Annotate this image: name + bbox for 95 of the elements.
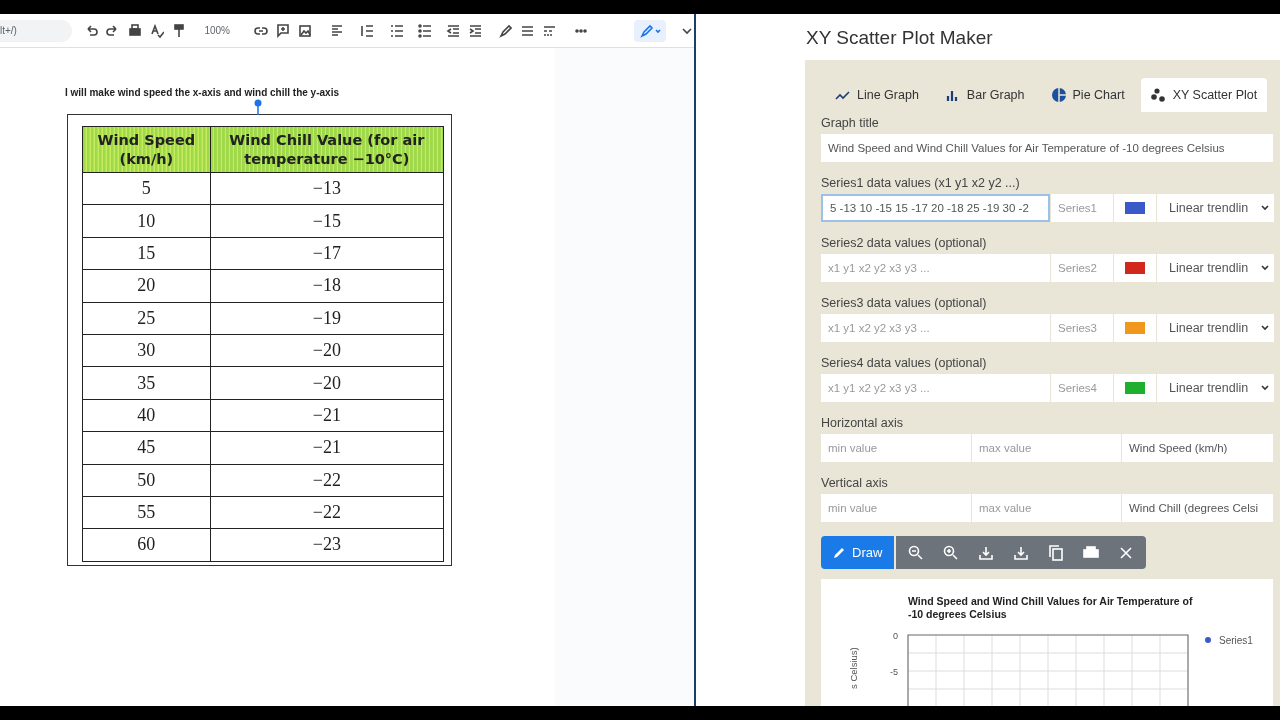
print-icon[interactable]	[1083, 544, 1100, 561]
color-swatch[interactable]	[1125, 382, 1145, 394]
table-cell: 25	[82, 302, 211, 335]
trendline-select[interactable]: Linear trendlin	[1157, 254, 1274, 282]
paint-format-icon[interactable]	[172, 22, 187, 39]
search-field[interactable]: lt+/)	[0, 19, 73, 42]
field-label: Series1 data values (x1 y1 x2 y2 ...)	[821, 175, 1021, 192]
comment-icon[interactable]	[276, 22, 290, 39]
series-data-field[interactable]: x1 y1 x2 y2 x3 y3 ...	[821, 314, 1050, 342]
table-cell: −22	[210, 496, 444, 529]
axis-title-field[interactable]: Wind Speed (km/h)	[1122, 434, 1273, 462]
table-cell: 35	[82, 366, 211, 400]
pen-icon[interactable]	[498, 22, 512, 39]
pie-chart-icon	[1050, 87, 1067, 103]
legend-label: Series1	[1219, 635, 1253, 646]
y-tick-label: 0	[893, 631, 898, 641]
table-cell: −22	[210, 464, 444, 497]
color-swatch[interactable]	[1125, 322, 1145, 334]
table-cell: 15	[82, 237, 211, 270]
field-label: Graph title	[821, 115, 880, 132]
zoom-in-icon[interactable]	[943, 544, 960, 561]
min-value-field[interactable]: min value	[821, 434, 971, 462]
print-icon[interactable]	[128, 22, 143, 39]
table-cell: −23	[210, 528, 444, 562]
decrease-indent-icon[interactable]	[446, 22, 460, 39]
chevron-down-icon	[1261, 265, 1269, 271]
field-label: Series3 data values (optional)	[821, 295, 988, 312]
app-title: XY Scatter Plot Maker	[805, 26, 994, 50]
column-header: Wind Speed (km/h)	[82, 126, 211, 173]
table-cell: −17	[210, 237, 444, 270]
trendline-select[interactable]: Linear trendlin	[1157, 374, 1274, 402]
field-label: Series2 data values (optional)	[821, 235, 988, 252]
pencil-icon[interactable]	[634, 19, 666, 42]
graph-tab[interactable]: Pie Chart	[1040, 78, 1135, 112]
field-label: Horizontal axis	[821, 415, 904, 432]
min-value-field[interactable]: min value	[821, 494, 971, 522]
table-cell: 50	[82, 464, 211, 497]
table-cell: 5	[82, 172, 211, 205]
y-axis-title: s Celsius)	[848, 647, 859, 689]
increase-indent-icon[interactable]	[468, 22, 482, 39]
table-cell: −20	[210, 366, 444, 400]
copy-icon[interactable]	[1048, 544, 1065, 561]
table-cell: −20	[210, 334, 444, 367]
image-icon[interactable]	[298, 22, 312, 39]
color-swatch[interactable]	[1125, 202, 1145, 214]
table-cell: −18	[210, 269, 444, 303]
table-cell: 45	[82, 431, 211, 464]
align-icon[interactable]	[330, 22, 344, 39]
graph-tab[interactable]: Line Graph	[825, 78, 929, 112]
table-cell: −15	[210, 204, 444, 238]
y-tick-label: -5	[890, 667, 898, 677]
pencil-icon	[833, 546, 846, 559]
field-label: Series4 data values (optional)	[821, 355, 988, 372]
download-icon[interactable]	[1013, 544, 1030, 561]
draw-button[interactable]: Draw	[821, 536, 895, 569]
series-data-field[interactable]: x1 y1 x2 y2 x3 y3 ...	[821, 254, 1050, 282]
table-cell: 10	[82, 204, 211, 238]
field-label: Vertical axis	[821, 475, 889, 492]
graph-title-field[interactable]: Wind Speed and Wind Chill Values for Air Temperature of -10 degrees Celsius	[821, 134, 1273, 162]
trendline-select[interactable]: Linear trendlin	[1157, 314, 1274, 342]
trendline-select[interactable]: Linear trendlin	[1157, 194, 1274, 222]
chevron-down-icon	[1261, 205, 1269, 211]
undo-icon[interactable]	[84, 22, 99, 39]
table-cell: 55	[82, 496, 211, 529]
chevron-down-icon	[1261, 325, 1269, 331]
line-spacing-icon[interactable]	[360, 22, 374, 39]
max-value-field[interactable]: max value	[972, 434, 1121, 462]
chevron-down-icon	[1261, 385, 1269, 391]
table-cell: 40	[82, 399, 211, 432]
note-text: I will make wind speed the x-axis and wind chill the y-axis	[65, 86, 340, 100]
download-icon[interactable]	[978, 544, 995, 561]
table-cell: −13	[210, 172, 444, 205]
chart-title: Wind Speed and Wind Chill Values for Air Temperature of -10 degrees Celsius	[908, 595, 1193, 620]
table-cell: −21	[210, 399, 444, 432]
table-cell: 30	[82, 334, 211, 367]
zoom-out-icon[interactable]	[908, 544, 925, 561]
series-data-field[interactable]: 5 -13 10 -15 15 -17 20 -18 25 -19 30 -2	[821, 194, 1050, 222]
table-cell: −21	[210, 431, 444, 464]
spellcheck-icon[interactable]	[150, 22, 165, 39]
table-cell: −19	[210, 302, 444, 335]
axis-title-field[interactable]: Wind Chill (degrees Celsi	[1122, 494, 1273, 522]
max-value-field[interactable]: max value	[972, 494, 1121, 522]
graph-tab[interactable]: XY Scatter Plot	[1140, 78, 1268, 112]
bulleted-list-icon[interactable]	[418, 22, 432, 39]
rotate-handle[interactable]	[253, 99, 263, 115]
table-cell: 20	[82, 269, 211, 303]
graph-tab[interactable]: Bar Graph	[934, 78, 1035, 112]
scatter-chart-icon	[1150, 87, 1167, 103]
numbered-list-icon[interactable]	[390, 22, 404, 39]
zoom-select[interactable]: 100%	[204, 23, 230, 38]
close-icon[interactable]	[1118, 544, 1135, 561]
color-swatch[interactable]	[1125, 262, 1145, 274]
column-header: Wind Chill Value (for air temperature −10°C)	[210, 126, 444, 173]
table-cell: 60	[82, 528, 211, 562]
series-data-field[interactable]: x1 y1 x2 y2 x3 y3 ...	[821, 374, 1050, 402]
